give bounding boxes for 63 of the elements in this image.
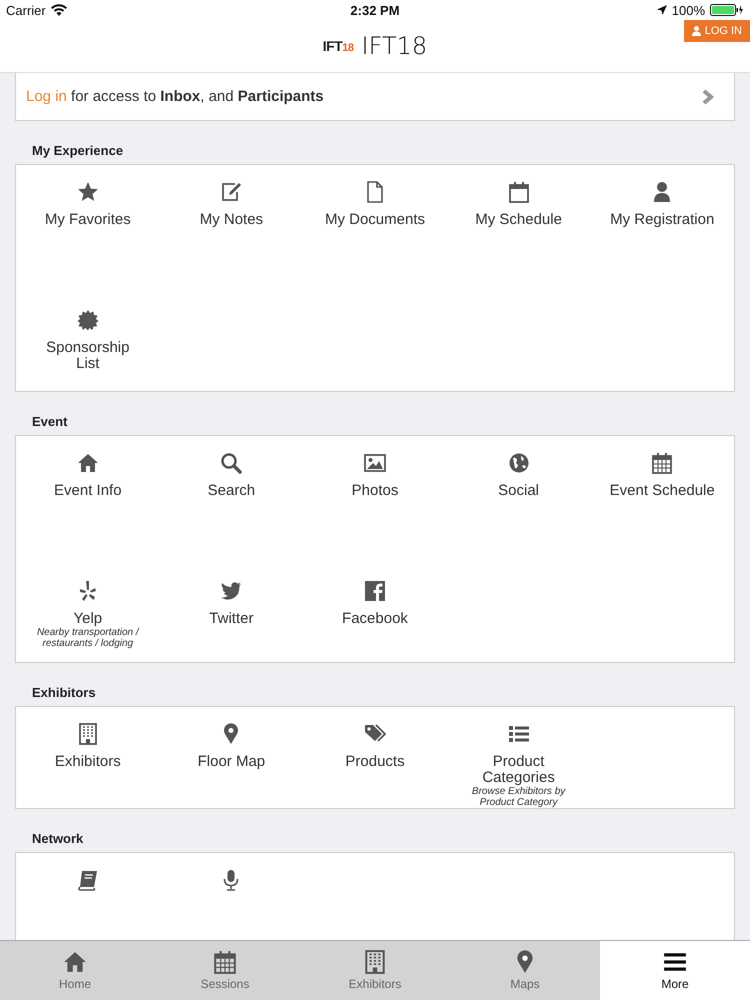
menu-item-label[interactable]: Product Categories <box>464 754 573 786</box>
status-time: 2:32 PM <box>350 2 400 18</box>
menu-item-label[interactable]: My Registration <box>610 212 714 228</box>
chevron-right-icon <box>702 88 714 104</box>
carrier-name: Carrier <box>6 2 46 18</box>
menu-item-label[interactable]: My Favorites <box>44 212 131 228</box>
tab-label: Sessions <box>200 977 250 991</box>
logo: IFT18 <box>322 38 354 54</box>
section-title: My Experience <box>31 142 124 160</box>
tab-label: Home <box>58 977 91 991</box>
book-icon[interactable] <box>76 869 99 891</box>
app-title: IFT18 <box>362 32 428 60</box>
menu-item-label[interactable]: Event Info <box>54 483 122 499</box>
search-icon[interactable] <box>220 452 242 474</box>
menu-item-label[interactable]: Products <box>345 754 405 770</box>
wifi-icon <box>50 4 67 16</box>
menu-item-label[interactable]: My Notes <box>200 212 264 228</box>
person-icon <box>692 26 701 36</box>
menu-item-label[interactable]: Event Schedule <box>610 483 715 499</box>
calendar-icon[interactable] <box>508 181 530 203</box>
tab-label: Exhibitors <box>348 977 402 991</box>
facebook-icon[interactable] <box>364 580 386 602</box>
tab-label: Maps <box>510 977 540 991</box>
menu-item-label[interactable]: Exhibitors <box>54 754 121 770</box>
tab-label: More <box>661 977 689 991</box>
section-title: Network <box>31 830 84 848</box>
battery-percent: 100% <box>672 2 705 18</box>
login-prompt: Log in for access to Inbox, and Participants <box>26 88 324 105</box>
calendar-icon[interactable] <box>651 452 674 474</box>
menu-item-label[interactable]: Twitter <box>209 611 254 627</box>
star-icon[interactable] <box>76 181 99 203</box>
menu-item-label[interactable]: Floor Map <box>198 754 266 770</box>
menu-item-description: Nearby transportation / restaurants / lodging <box>36 627 140 649</box>
section-title: Exhibitors <box>31 684 97 702</box>
tab[interactable]: Maps <box>450 941 600 1000</box>
tab[interactable]: Exhibitors <box>300 941 450 1000</box>
menu-item-label[interactable]: Social <box>498 483 540 499</box>
menu-item-label[interactable]: My Schedule <box>475 212 562 228</box>
menu-item-label[interactable]: Search <box>208 483 256 499</box>
image-icon[interactable] <box>364 452 386 474</box>
bird-icon[interactable] <box>220 580 242 602</box>
calendar-icon <box>213 950 237 974</box>
home-icon[interactable] <box>76 452 99 474</box>
tab[interactable]: More <box>600 941 750 1000</box>
battery-icon <box>710 4 744 16</box>
menu-item-label[interactable]: Yelp <box>73 611 102 627</box>
pencil-note-icon[interactable] <box>220 181 242 203</box>
location-arrow-icon <box>656 5 667 15</box>
tab[interactable]: Home <box>0 941 150 1000</box>
list-icon[interactable] <box>508 723 530 745</box>
menu-item-label[interactable]: My Documents <box>324 212 425 228</box>
login-banner[interactable]: Log in for access to Inbox, and Participants <box>15 73 735 121</box>
tab[interactable]: Sessions <box>150 941 300 1000</box>
building-icon[interactable] <box>76 723 99 745</box>
menu-item-label[interactable]: Photos <box>352 483 398 499</box>
section-title: Event <box>31 413 68 431</box>
menu-item-label[interactable]: Facebook <box>342 611 408 627</box>
badge-icon[interactable] <box>76 309 99 331</box>
globe-icon[interactable] <box>508 452 530 474</box>
home-icon <box>63 950 87 974</box>
building-icon <box>363 950 387 974</box>
menu-item-description: Browse Exhibitors by Product Category <box>470 786 567 808</box>
menu-item-label[interactable]: Sponsorship List <box>34 340 142 372</box>
